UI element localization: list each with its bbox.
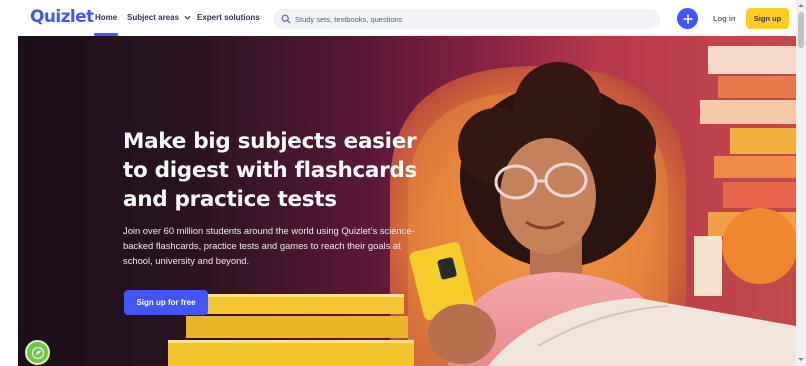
login-link[interactable]: Log in (713, 14, 736, 23)
create-button[interactable] (677, 8, 698, 29)
hero-subtext: Join over 60 million students around the… (123, 225, 415, 267)
scrollbar-thumb[interactable] (798, 12, 804, 48)
hero-banner: Make big subjects easier to digest with … (18, 36, 796, 366)
eco-badge-button[interactable] (25, 340, 50, 365)
chevron-down-icon (184, 16, 191, 20)
recycle-leaf-icon (31, 346, 44, 359)
scroll-up-arrow-icon[interactable] (797, 2, 805, 9)
hero-headline: Make big subjects easier to digest with … (123, 129, 418, 212)
search-input[interactable] (295, 11, 645, 27)
nav-subject-areas[interactable]: Subject areas (127, 13, 192, 22)
page-scrollbar[interactable] (796, 0, 806, 366)
top-nav-bar: Quizlet Home Subject areas Expert soluti… (0, 0, 806, 36)
quizlet-logo[interactable]: Quizlet (30, 7, 94, 27)
scroll-down-arrow-icon[interactable] (797, 356, 805, 363)
nav-home[interactable]: Home (93, 13, 119, 36)
search-bar[interactable] (273, 9, 660, 29)
nav-subject-areas-label: Subject areas (127, 13, 180, 22)
search-icon (281, 14, 291, 24)
plus-icon (682, 13, 693, 24)
signup-free-button[interactable]: Sign up for free (124, 290, 208, 315)
nav-expert-solutions[interactable]: Expert solutions (197, 13, 260, 22)
signup-button[interactable]: Sign up (746, 8, 789, 29)
